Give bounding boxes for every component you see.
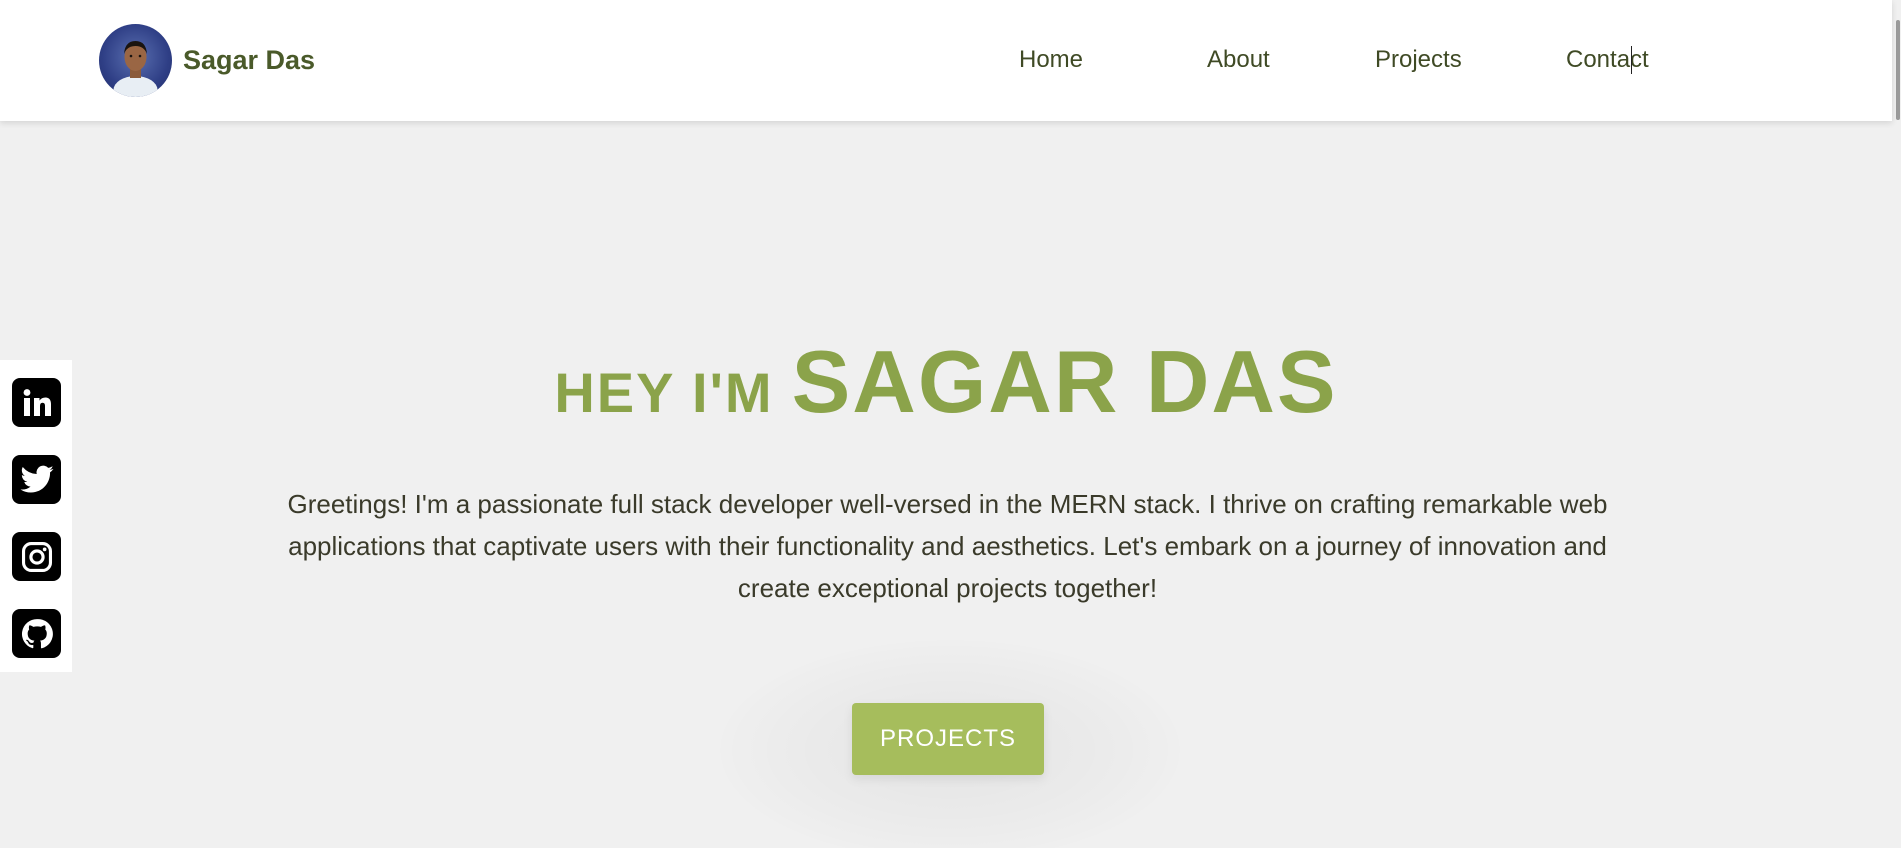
portfolio-page: Sagar Das Home About Projects Contact HE… — [0, 0, 1901, 848]
avatar — [99, 23, 172, 97]
hero-name: SAGAR DAS — [791, 332, 1338, 431]
brand-name: Sagar Das — [183, 44, 316, 75]
linkedin-link[interactable] — [12, 378, 61, 427]
twitter-link[interactable] — [12, 455, 61, 504]
brand-link[interactable]: Sagar Das — [99, 23, 316, 97]
instagram-icon — [21, 541, 52, 572]
nav-about[interactable]: About — [1207, 46, 1270, 74]
social-sidebar — [0, 360, 72, 672]
nav-contact[interactable]: Contact — [1566, 46, 1649, 74]
scrollbar-thumb[interactable] — [1896, 20, 1900, 120]
text-cursor — [1631, 46, 1632, 74]
instagram-link[interactable] — [12, 532, 61, 581]
hero-greeting: HEY I'M — [554, 361, 774, 424]
avatar-portrait-icon — [113, 40, 158, 97]
github-link[interactable] — [12, 609, 61, 658]
twitter-icon — [20, 465, 53, 492]
hero-description: Greetings! I'm a passionate full stack d… — [287, 489, 1608, 603]
github-icon — [21, 618, 53, 648]
linkedin-icon — [23, 388, 51, 416]
site-header: Sagar Das Home About Projects Contact — [0, 0, 1892, 121]
page-scrollbar[interactable] — [1892, 0, 1901, 848]
hero-title: HEY I'M SAGAR DAS — [0, 338, 1892, 426]
projects-button[interactable]: PROJECTS — [852, 703, 1044, 775]
nav-projects[interactable]: Projects — [1375, 46, 1462, 74]
nav-home[interactable]: Home — [1019, 46, 1083, 74]
